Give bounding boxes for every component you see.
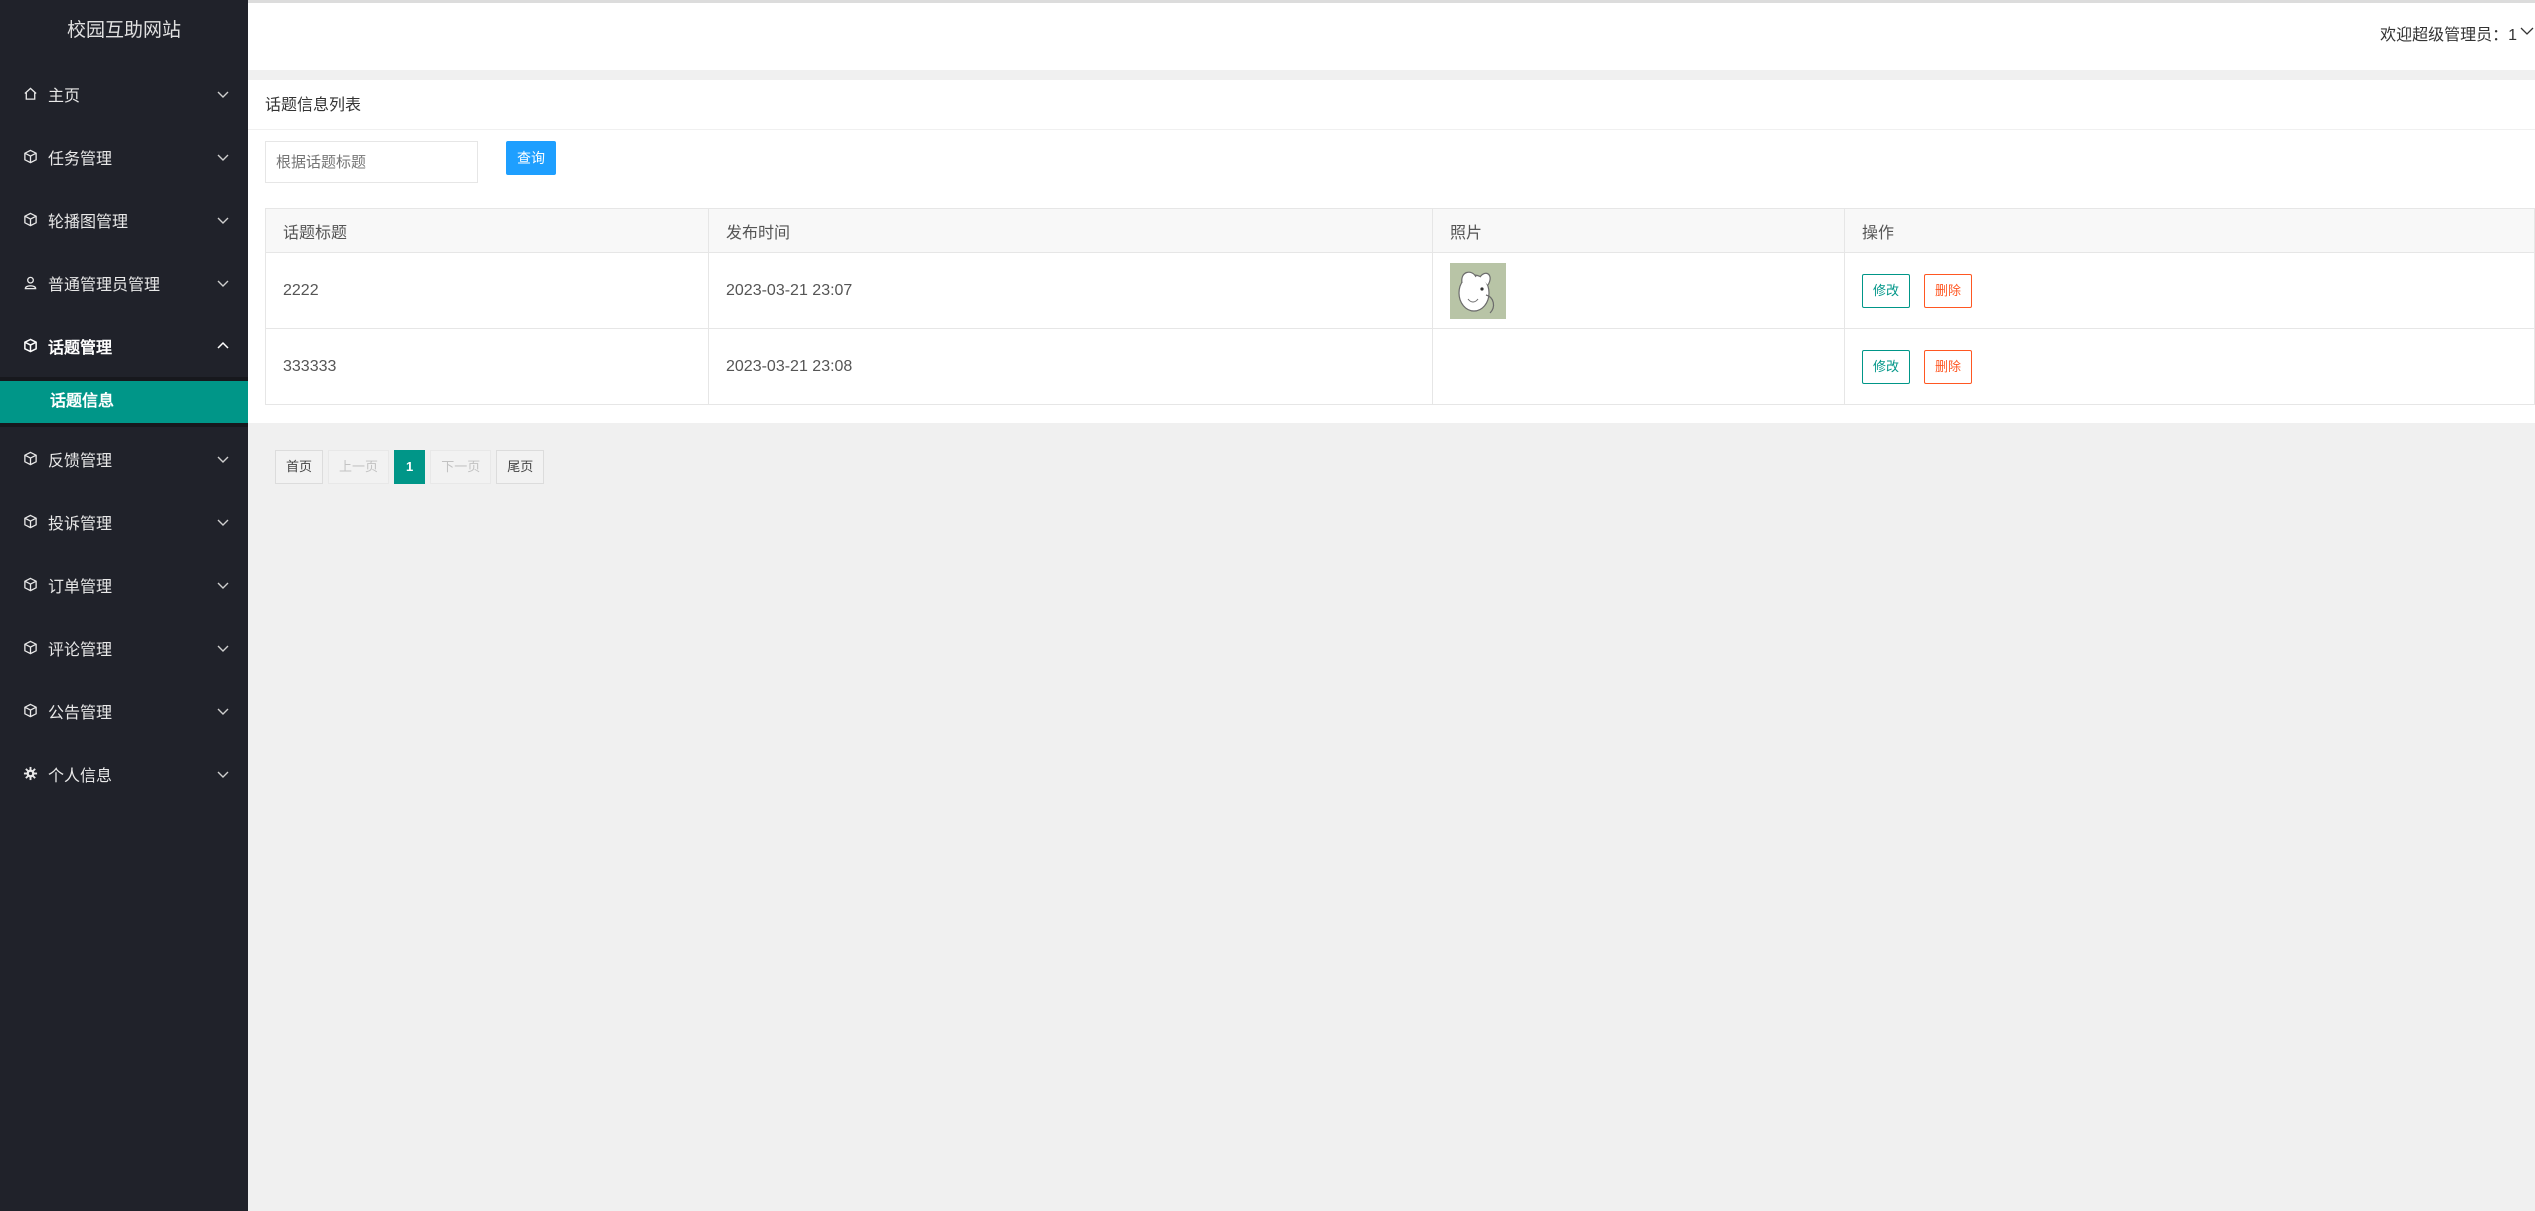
- cube-icon: [22, 514, 38, 530]
- cube-icon: [22, 640, 38, 656]
- pager-first-button[interactable]: 首页: [275, 450, 324, 484]
- sidebar-item-label: 话题管理: [48, 339, 113, 357]
- cell-time: 2023-03-21 23:07: [708, 252, 1433, 329]
- cell-title: 2222: [265, 252, 709, 329]
- edit-button[interactable]: 修改: [1862, 349, 1911, 384]
- table-header-row: 话题标题 发布时间 照片 操作: [265, 208, 2535, 253]
- sidebar-item-carousel[interactable]: 轮播图管理: [0, 188, 248, 251]
- cell-photo: [1432, 252, 1845, 329]
- sidebar-submenu-topics: 话题信息: [0, 377, 248, 427]
- sidebar-item-complaints[interactable]: 投诉管理: [0, 490, 248, 553]
- sidebar-item-label: 轮播图管理: [48, 213, 129, 231]
- delete-button[interactable]: 删除: [1924, 273, 1973, 308]
- column-header-time: 发布时间: [708, 208, 1433, 253]
- sidebar: 校园互助网站 主页 任务管理 轮播图管理 普通管理员管理 话题管理 话题信息 反…: [0, 0, 248, 1211]
- user-icon: [22, 275, 38, 291]
- sidebar-item-label: 个人信息: [48, 767, 113, 785]
- pager-last-button[interactable]: 尾页: [496, 450, 545, 484]
- pager-next-button[interactable]: 下一页: [430, 450, 492, 484]
- top-header: 欢迎超级管理员：1: [248, 0, 2535, 70]
- column-header-actions: 操作: [1844, 208, 2535, 253]
- sidebar-item-orders[interactable]: 订单管理: [0, 553, 248, 616]
- cell-actions: 修改 删除: [1844, 252, 2535, 329]
- sidebar-item-tasks[interactable]: 任务管理: [0, 125, 248, 188]
- topic-photo[interactable]: [1450, 262, 1506, 319]
- chevron-down-icon: [216, 578, 230, 592]
- pager-current-page[interactable]: 1: [394, 450, 426, 484]
- sidebar-item-label: 评论管理: [48, 641, 113, 659]
- chevron-down-icon: [216, 276, 230, 290]
- search-button[interactable]: 查询: [506, 141, 556, 175]
- cube-icon: [22, 451, 38, 467]
- sidebar-nav: 主页 任务管理 轮播图管理 普通管理员管理 话题管理 话题信息 反馈管理 投诉管…: [0, 62, 248, 805]
- chevron-down-icon: [216, 641, 230, 655]
- chevron-down-icon: [216, 452, 230, 466]
- chevron-down-icon: [216, 213, 230, 227]
- gear-icon: [22, 766, 38, 782]
- table-row: 2222 2023-03-21 23:07 修改 删除: [265, 252, 2535, 329]
- cube-icon: [22, 149, 38, 165]
- chevron-down-icon: [216, 515, 230, 529]
- chevron-down-icon: [216, 87, 230, 101]
- welcome-text: 欢迎超级管理员：1: [2380, 27, 2517, 44]
- cell-title: 333333: [265, 328, 709, 405]
- chevron-up-icon: [216, 339, 230, 353]
- topic-list-panel: 话题信息列表 查询 话题标题 发布时间 照片 操作 2222 2023-03-2…: [248, 80, 2535, 423]
- table-row: 333333 2023-03-21 23:08 修改 删除: [265, 328, 2535, 405]
- delete-button[interactable]: 删除: [1924, 349, 1973, 384]
- sidebar-item-topics[interactable]: 话题管理: [0, 314, 248, 377]
- user-menu[interactable]: 欢迎超级管理员：1: [2380, 21, 2535, 45]
- sidebar-item-label: 普通管理员管理: [48, 276, 161, 294]
- cube-icon: [22, 212, 38, 228]
- sidebar-item-label: 任务管理: [48, 150, 113, 168]
- sidebar-item-home[interactable]: 主页: [0, 62, 248, 125]
- cell-photo: [1432, 328, 1845, 405]
- chevron-down-icon: [2517, 23, 2535, 44]
- cell-actions: 修改 删除: [1844, 328, 2535, 405]
- brand-title: 校园互助网站: [0, 0, 248, 62]
- sidebar-item-label: 主页: [48, 87, 81, 105]
- cube-icon: [22, 577, 38, 593]
- sidebar-item-label: 反馈管理: [48, 452, 113, 470]
- panel-title: 话题信息列表: [248, 80, 2535, 130]
- sidebar-item-label: 投诉管理: [48, 515, 113, 533]
- cell-time: 2023-03-21 23:08: [708, 328, 1433, 405]
- chevron-down-icon: [216, 704, 230, 718]
- pagination: 首页 上一页 1 下一页 尾页: [275, 450, 549, 484]
- sidebar-item-notices[interactable]: 公告管理: [0, 679, 248, 742]
- column-header-title: 话题标题: [265, 208, 709, 253]
- sidebar-item-label: 订单管理: [48, 578, 113, 596]
- sidebar-item-feedback[interactable]: 反馈管理: [0, 427, 248, 490]
- sidebar-item-profile[interactable]: 个人信息: [0, 742, 248, 805]
- column-header-photo: 照片: [1432, 208, 1845, 253]
- cube-icon: [22, 703, 38, 719]
- chevron-down-icon: [216, 150, 230, 164]
- home-icon: [22, 86, 38, 102]
- sidebar-item-comments[interactable]: 评论管理: [0, 616, 248, 679]
- sidebar-subitem-topic-info[interactable]: 话题信息: [0, 381, 248, 423]
- search-bar: 查询: [248, 130, 2535, 208]
- sidebar-item-label: 公告管理: [48, 704, 113, 722]
- chevron-down-icon: [216, 767, 230, 781]
- edit-button[interactable]: 修改: [1862, 273, 1911, 308]
- search-input[interactable]: [265, 141, 478, 183]
- pager-prev-button[interactable]: 上一页: [328, 450, 390, 484]
- sidebar-item-admins[interactable]: 普通管理员管理: [0, 251, 248, 314]
- cube-icon: [22, 338, 38, 354]
- topic-table: 话题标题 发布时间 照片 操作 2222 2023-03-21 23:07 修改…: [265, 208, 2535, 405]
